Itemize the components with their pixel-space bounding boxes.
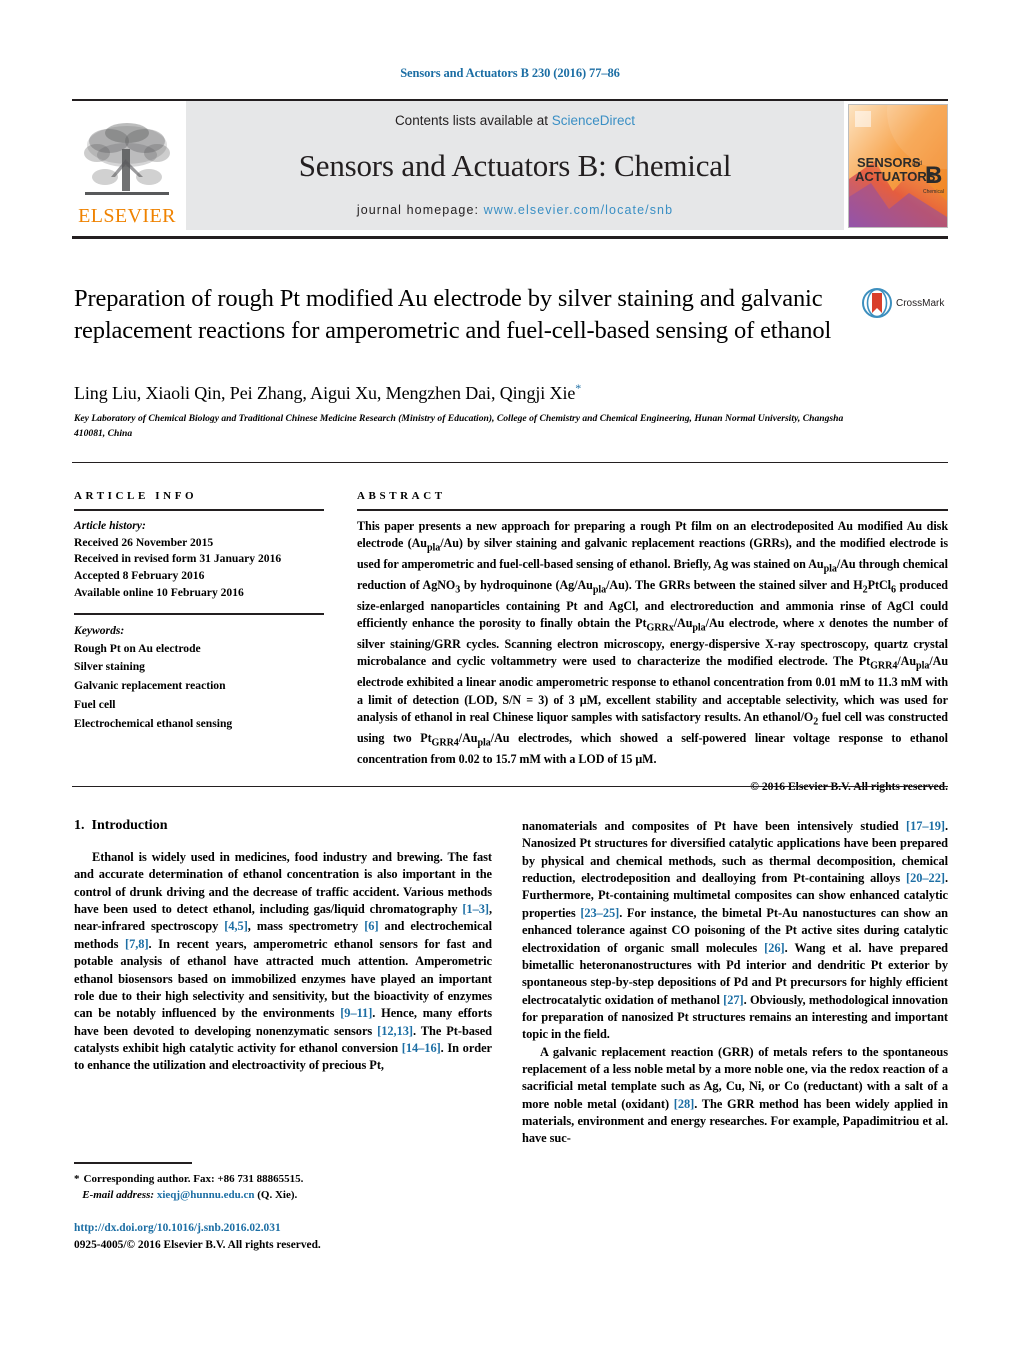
svg-text:Chemical: Chemical [923,189,944,195]
doi-block: http://dx.doi.org/10.1016/j.snb.2016.02.… [74,1220,504,1253]
citation-ref[interactable]: [9–11] [340,1006,372,1020]
citation-ref[interactable]: [12,13] [377,1024,413,1038]
citation-ref[interactable]: [1–3] [462,902,489,916]
citation-ref[interactable]: [17–19] [906,819,945,833]
abstract-rule [357,509,948,511]
crossmark-badge[interactable]: CrossMark [862,288,944,318]
citation-ref[interactable]: [23–25] [580,906,619,920]
citation-ref[interactable]: [28] [674,1097,695,1111]
footnote-text: * Corresponding author. Fax: +86 731 8886… [74,1171,492,1203]
elsevier-tree-icon [84,123,170,195]
elsevier-logo: ELSEVIER [72,101,182,230]
abstract-column: ABSTRACT This paper presents a new appro… [357,490,948,793]
footnote-corresponding: Corresponding author. Fax: +86 731 88865… [83,1172,304,1185]
contents-available-line: Contents lists available at ScienceDirec… [395,113,635,128]
keyword-item: Silver staining [74,660,145,674]
cover-art: SENSORS and ACTUATORS B Chemical [849,104,947,227]
keyword-item: Electrochemical ethanol sensing [74,716,233,730]
citation-ref[interactable]: [27] [723,993,744,1007]
history-item: Available online 10 February 2016 [74,586,244,600]
svg-text:and: and [912,161,922,167]
citation-ref[interactable]: [14–16] [402,1041,441,1055]
email-owner: (Q. Xie). [257,1188,298,1201]
journal-cover-thumbnail: SENSORS and ACTUATORS B Chemical [848,103,948,228]
masthead-bottom-rule [72,236,948,239]
keyword-item: Fuel cell [74,697,116,711]
email-link[interactable]: xieqj@hunnu.edu.cn [157,1189,255,1201]
journal-masthead: ELSEVIER Contents lists available at Sci… [72,99,948,230]
doi-link[interactable]: http://dx.doi.org/10.1016/j.snb.2016.02.… [74,1220,504,1237]
keywords-group: Keywords: Rough Pt on Au electrode Silve… [74,623,324,734]
history-item: Accepted 8 February 2016 [74,569,205,583]
keyword-item: Galvanic replacement reaction [74,679,226,693]
crossmark-label: CrossMark [896,297,945,309]
citation-ref[interactable]: [20–22] [906,871,945,885]
svg-text:ACTUATORS: ACTUATORS [855,169,936,184]
corresponding-author-footnote: * Corresponding author. Fax: +86 731 8886… [74,1162,492,1203]
author-list: Ling Liu, Xiaoli Qin, Pei Zhang, Aigui X… [74,381,904,404]
affiliation: Key Laboratory of Chemical Biology and T… [74,413,844,439]
article-history-label: Article history: [74,518,146,532]
abstract-text: This paper presents a new approach for p… [357,518,949,766]
intro-paragraph-2: A galvanic replacement reaction (GRR) of… [522,1044,948,1146]
sciencedirect-link[interactable]: ScienceDirect [552,113,635,128]
section-heading-introduction: 1. Introduction [74,818,492,834]
keywords-label: Keywords: [74,623,125,637]
contents-prefix: Contents lists available at [394,113,552,128]
corresponding-author-marker: * [575,381,582,395]
homepage-prefix: journal homepage: [356,203,484,217]
keywords-divider [74,613,324,615]
article-history-group: Article history: Received 26 November 20… [74,518,324,603]
journal-homepage-line: journal homepage: www.elsevier.com/locat… [357,203,673,217]
crossmark-icon [862,288,892,318]
intro-paragraph-1-continued: nanomaterials and composites of Pt have … [522,819,948,1042]
footnote-rule [74,1162,192,1164]
keyword-item: Rough Pt on Au electrode [74,641,201,655]
article-info-column: ARTICLE INFO Article history: Received 2… [74,490,324,733]
body-column-right: nanomaterials and composites of Pt have … [522,818,948,1148]
article-info-rule [74,509,324,511]
body-column-left: 1. Introduction Ethanol is widely used in… [74,818,492,1075]
abstract-bottom-rule [72,786,948,788]
history-item: Received in revised form 31 January 2016 [74,552,282,566]
citation-ref[interactable]: [7,8] [125,937,149,951]
issn-copyright-line: 0925-4005/© 2016 Elsevier B.V. All right… [74,1238,321,1251]
footnote-star: * [74,1172,80,1185]
article-info-heading: ARTICLE INFO [74,490,198,502]
svg-text:B: B [925,162,942,189]
masthead-center-panel: Contents lists available at ScienceDirec… [186,101,844,230]
section-number: 1. [74,818,85,833]
authors-bottom-rule [72,462,948,464]
journal-title: Sensors and Actuators B: Chemical [298,147,732,183]
title-block: Preparation of rough Pt modified Au elec… [74,283,844,347]
intro-paragraph-1: Ethanol is widely used in medicines, foo… [74,850,493,1073]
elsevier-wordmark: ELSEVIER [78,205,176,227]
abstract-heading: ABSTRACT [357,490,446,502]
author-names: Ling Liu, Xiaoli Qin, Pei Zhang, Aigui X… [74,383,576,403]
section-title: Introduction [91,818,168,833]
journal-homepage-url[interactable]: www.elsevier.com/locate/snb [484,203,674,217]
running-head: Sensors and Actuators B 230 (2016) 77–86 [400,66,620,80]
email-label: E-mail address: [82,1188,155,1201]
citation-ref[interactable]: [6] [364,919,378,933]
citation-ref[interactable]: [4,5] [224,919,248,933]
page-title: Preparation of rough Pt modified Au elec… [74,285,832,344]
history-item: Received 26 November 2015 [74,535,214,549]
journal-article-page: Sensors and Actuators B 230 (2016) 77–86 [0,0,1020,1351]
citation-ref[interactable]: [26] [764,941,785,955]
